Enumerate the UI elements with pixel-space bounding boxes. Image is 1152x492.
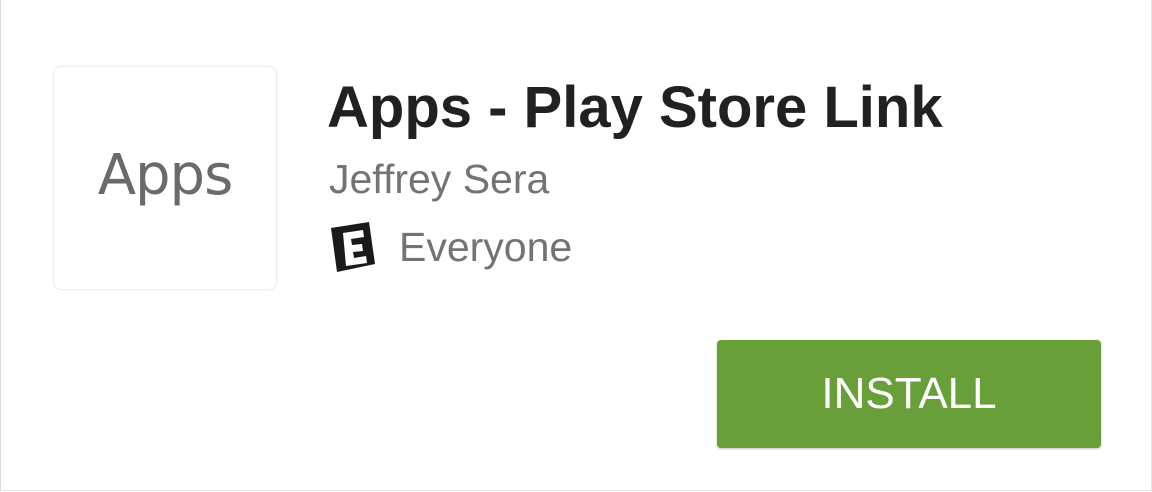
esrb-everyone-icon bbox=[331, 222, 375, 272]
developer-name-link[interactable]: Jeffrey Sera bbox=[329, 156, 549, 203]
content-rating[interactable]: Everyone bbox=[329, 222, 572, 272]
app-title: Apps - Play Store Link bbox=[327, 75, 943, 140]
content-rating-label: Everyone bbox=[399, 223, 573, 270]
app-icon[interactable]: Apps bbox=[53, 66, 277, 290]
app-details-card: Apps Apps - Play Store Link Jeffrey Sera… bbox=[0, 0, 1152, 491]
app-icon-label: Apps bbox=[97, 142, 234, 208]
install-button[interactable]: INSTALL bbox=[717, 340, 1101, 448]
